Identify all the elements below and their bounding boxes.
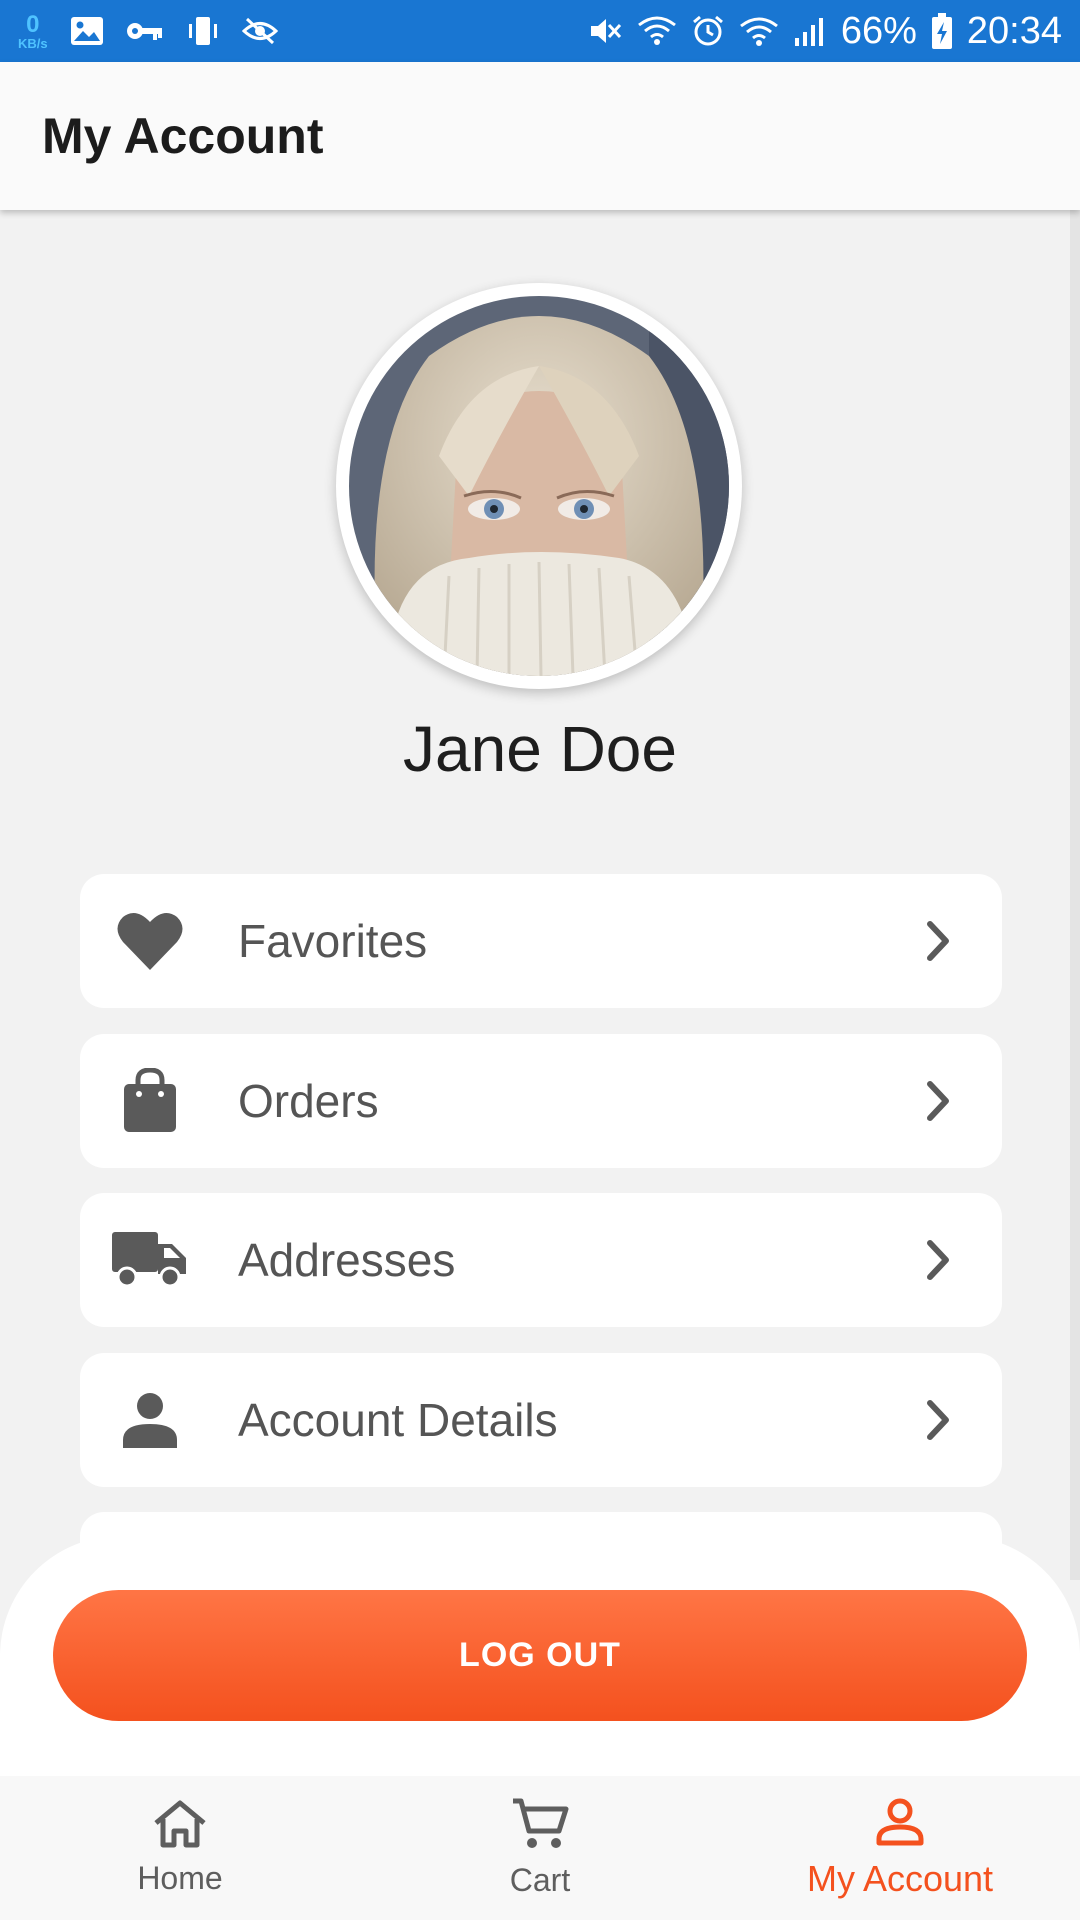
- nav-item-home[interactable]: Home: [0, 1776, 360, 1920]
- logout-button[interactable]: LOG OUT: [53, 1590, 1027, 1721]
- app-bar: My Account: [0, 62, 1080, 210]
- chevron-right-icon: [924, 1399, 952, 1441]
- page-title: My Account: [42, 108, 324, 164]
- cart-icon: [511, 1797, 569, 1856]
- chevron-right-icon: [924, 1239, 952, 1281]
- battery-charging-icon: [931, 13, 953, 49]
- menu-item-label: Account Details: [238, 1394, 558, 1446]
- battery-percent: 66%: [840, 9, 917, 52]
- menu-item-favorites[interactable]: Favorites: [80, 874, 1002, 1008]
- avatar-photo: [349, 296, 729, 676]
- profile-name: Jane Doe: [403, 713, 677, 785]
- nav-label-my-account: My Account: [806, 1857, 994, 1899]
- truck-icon: [110, 1232, 190, 1288]
- nav-label-home: Home: [137, 1860, 223, 1896]
- home-icon: [152, 1799, 208, 1854]
- nav-item-cart[interactable]: Cart: [360, 1776, 720, 1920]
- menu-item-account-details[interactable]: Account Details: [80, 1353, 1002, 1487]
- shopping-bag-icon: [110, 1068, 190, 1134]
- menu-item-label: Orders: [238, 1075, 379, 1127]
- heart-icon: [110, 910, 190, 972]
- nav-label-cart: Cart: [509, 1862, 571, 1898]
- network-speed-value: 0: [26, 10, 40, 38]
- bottom-nav: Home Cart My Account: [0, 1776, 1080, 1920]
- menu-item-label: Addresses: [238, 1234, 456, 1286]
- clock: 20:34: [966, 9, 1062, 52]
- wifi-call-icon: [637, 15, 677, 47]
- wifi-icon: [739, 16, 779, 46]
- eye-off-icon: [241, 16, 278, 46]
- chevron-right-icon: [924, 1080, 952, 1122]
- menu-item-orders[interactable]: Orders: [80, 1034, 1002, 1168]
- status-bar: 0 KB/s 66% 20:34: [0, 0, 1080, 62]
- signal-icon: [793, 16, 827, 46]
- menu-item-label: Favorites: [238, 915, 428, 967]
- gallery-icon: [70, 16, 104, 46]
- chevron-right-icon: [924, 920, 952, 962]
- network-speed-unit: KB/s: [18, 35, 48, 51]
- person-icon: [110, 1392, 190, 1448]
- vibrate-icon: [186, 15, 220, 47]
- scrollbar[interactable]: [1070, 210, 1080, 1580]
- avatar[interactable]: [336, 283, 742, 689]
- menu-item-addresses[interactable]: Addresses: [80, 1193, 1002, 1327]
- alarm-icon: [691, 14, 725, 48]
- mute-icon: [587, 15, 623, 47]
- network-speed: 0 KB/s: [18, 10, 48, 51]
- account-icon: [875, 1797, 925, 1852]
- nav-item-my-account[interactable]: My Account: [720, 1776, 1080, 1920]
- key-icon: [126, 19, 164, 43]
